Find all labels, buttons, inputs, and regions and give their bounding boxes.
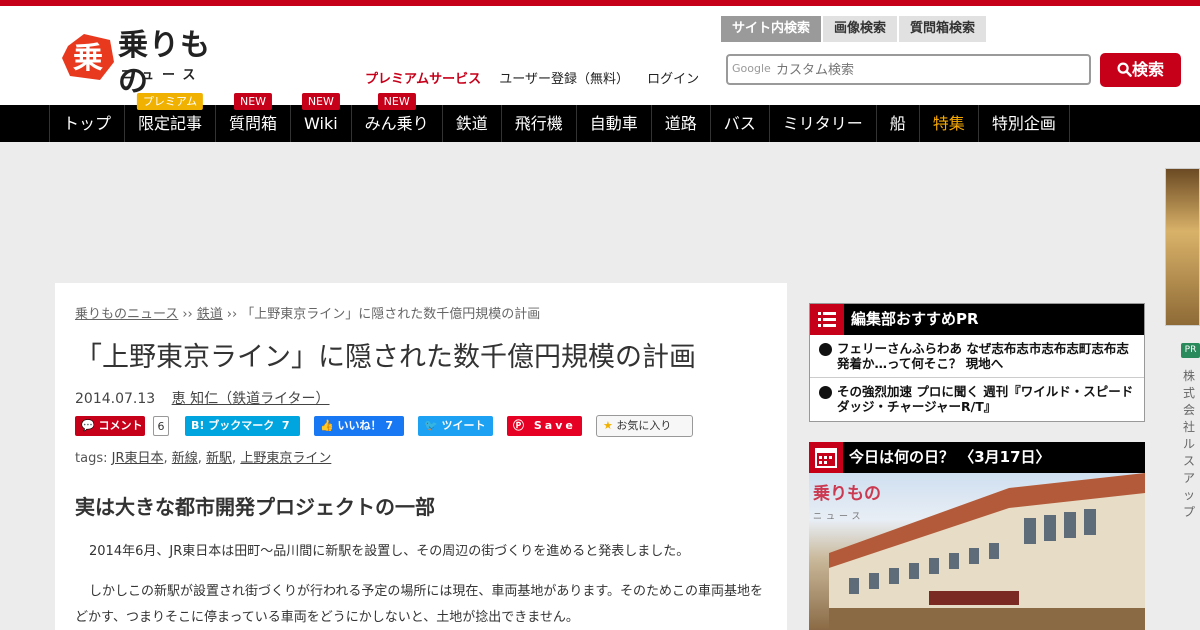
nav-limited-articles[interactable]: プレミアム 限定記事: [125, 93, 217, 142]
article-paragraph: しかしこの新駅が設置され街づくりが行われる予定の場所には現在、車両基地があります…: [75, 584, 764, 625]
search-icon: [1117, 62, 1132, 77]
tab-image-search[interactable]: 画像検索: [823, 16, 898, 42]
article-meta: 2014.07.13 恵 知仁（鉄道ライター）: [75, 388, 330, 408]
breadcrumb-category[interactable]: 鉄道: [197, 307, 223, 322]
tag-link[interactable]: 上野東京ライン: [240, 451, 331, 466]
pinterest-icon: Ⓟ: [513, 419, 527, 432]
article-author[interactable]: 恵 知仁（鉄道ライター）: [172, 391, 330, 407]
comment-icon: 💬: [81, 419, 95, 432]
article-date: 2014.07.13: [75, 391, 156, 407]
comment-button[interactable]: 💬 コメント: [75, 416, 145, 436]
logo-mark-glyph: 乗: [73, 41, 103, 76]
nav-airplane[interactable]: 飛行機: [502, 105, 577, 142]
thumbs-up-icon: 👍: [320, 419, 334, 432]
article-container: 乗りものニュース ›› 鉄道 ›› 「上野東京ライン」に隠された数千億円規模の計画 「上…: [55, 283, 787, 630]
pr-list-item[interactable]: フェリーさんふらわあ なぜ志布志市志布志町志布志発着か…って何そこ？ 現地へ: [810, 335, 1144, 378]
facebook-like-button[interactable]: 👍 いいね！ 7: [314, 416, 404, 436]
logo-mark-icon: 乗: [62, 34, 114, 80]
hatena-bookmark-button[interactable]: B! ブックマーク 7: [185, 416, 300, 436]
nav-bus[interactable]: バス: [711, 105, 770, 142]
tab-question-search[interactable]: 質問箱検索: [899, 16, 987, 42]
image-watermark-logo: 乗りもの ニュース: [813, 484, 881, 522]
today-title: 今日は何の日？ 〈3月17日〉: [849, 448, 1051, 466]
tab-site-search[interactable]: サイト内検索: [721, 16, 822, 42]
today-station-photo[interactable]: 乗りもの ニュース: [809, 473, 1145, 630]
editor-pr-title: 編集部おすすめPR: [851, 310, 979, 328]
pr-badge: PR: [1181, 343, 1200, 358]
today-header: 今日は何の日？ 〈3月17日〉: [809, 442, 1145, 473]
premium-badge: プレミアム: [136, 93, 204, 110]
article-title: 「上野東京ライン」に隠された数千億円規模の計画: [75, 342, 696, 373]
search-button[interactable]: 検索: [1100, 53, 1181, 87]
breadcrumb-home[interactable]: 乗りものニュース: [75, 307, 178, 322]
tweet-button[interactable]: 🐦 ツイート: [418, 416, 493, 436]
new-badge: NEW: [301, 93, 340, 110]
site-logo[interactable]: 乗 乗りもの ニュース: [60, 28, 220, 99]
google-label: Google: [732, 62, 771, 75]
editor-pr-header: 編集部おすすめPR: [810, 304, 1144, 335]
new-badge: NEW: [377, 93, 416, 110]
calendar-icon: [809, 442, 843, 473]
pr-list-item[interactable]: その強烈加速 プロに聞く 週刊『ワイルド・スピード ダッジ・チャージャーR/T』: [810, 378, 1144, 420]
chevron-right-icon: [819, 343, 832, 356]
nav-minnori[interactable]: NEW みん乗り: [352, 93, 443, 142]
tag-link[interactable]: JR東日本: [112, 451, 164, 466]
star-icon: ★: [603, 419, 613, 432]
breadcrumb-separator: ››: [226, 307, 238, 322]
premium-service-link[interactable]: プレミアムサービス: [365, 72, 481, 87]
register-link[interactable]: ユーザー登録（無料）: [499, 72, 629, 87]
site-header: 乗 乗りもの ニュース プレミアムサービス ユーザー登録（無料） ログイン サイ…: [0, 6, 1200, 105]
search-box: Google: [726, 54, 1091, 85]
header-links: プレミアムサービス ユーザー登録（無料） ログイン: [365, 68, 713, 87]
main-nav: トップ プレミアム 限定記事 NEW 質問箱 NEW Wiki NEW みん乗り 鉄道 …: [0, 93, 1200, 142]
nav-road[interactable]: 道路: [652, 105, 711, 142]
article-tags: tags: JR東日本, 新線, 新駅, 上野東京ライン: [75, 451, 332, 466]
twitter-bird-icon: 🐦: [424, 419, 438, 432]
search-button-label: 検索: [1131, 60, 1164, 79]
comment-count: 6: [153, 416, 169, 436]
tag-link[interactable]: 新駅: [206, 451, 232, 466]
search-input[interactable]: [776, 58, 1076, 82]
favorite-button[interactable]: ★ お気に入り: [596, 415, 693, 437]
article-paragraph: 2014年6月、JR東日本は田町～品川間に新駅を設置し、その周辺の街づくりを進め…: [89, 544, 690, 559]
login-link[interactable]: ログイン: [647, 72, 699, 87]
breadcrumb: 乗りものニュース ›› 鉄道 ›› 「上野東京ライン」に隠された数千億円規模の計画: [75, 303, 540, 322]
hatena-icon: B!: [191, 419, 205, 432]
logo-subtitle: ニュース: [120, 68, 204, 83]
new-badge: NEW: [234, 93, 273, 110]
today-in-history-box: 今日は何の日？ 〈3月17日〉 乗りもの ニュース: [809, 442, 1145, 630]
nav-military[interactable]: ミリタリー: [770, 105, 877, 142]
nav-ship[interactable]: 船: [877, 105, 920, 142]
tags-label: tags:: [75, 451, 108, 466]
breadcrumb-current: 「上野東京ライン」に隠された数千億円規模の計画: [241, 307, 541, 322]
list-icon: [810, 304, 844, 335]
editor-pr-box: 編集部おすすめPR フェリーさんふらわあ なぜ志布志市志布志町志布志発着か…って…: [809, 303, 1145, 422]
chevron-right-icon: [819, 386, 832, 399]
search-tabs: サイト内検索 画像検索 質問箱検索: [721, 16, 988, 42]
pinterest-save-button[interactable]: Ⓟ Save: [507, 416, 582, 436]
nav-top[interactable]: トップ: [50, 105, 126, 142]
nav-special-projects[interactable]: 特別企画: [979, 105, 1070, 142]
nav-question-box[interactable]: NEW 質問箱: [216, 93, 292, 142]
side-ad-vertical-text[interactable]: 株式会社ルスアップ: [1183, 368, 1199, 521]
nav-features[interactable]: 特集: [920, 105, 979, 142]
side-ad-image[interactable]: [1165, 168, 1200, 326]
tag-link[interactable]: 新線: [172, 451, 198, 466]
nav-car[interactable]: 自動車: [577, 105, 652, 142]
nav-wiki[interactable]: NEW Wiki: [291, 93, 352, 142]
breadcrumb-separator: ››: [182, 307, 193, 322]
ad-banner-area: [0, 142, 1160, 282]
nav-railway[interactable]: 鉄道: [443, 105, 502, 142]
section-heading: 実は大きな都市開発プロジェクトの一部: [75, 495, 435, 519]
